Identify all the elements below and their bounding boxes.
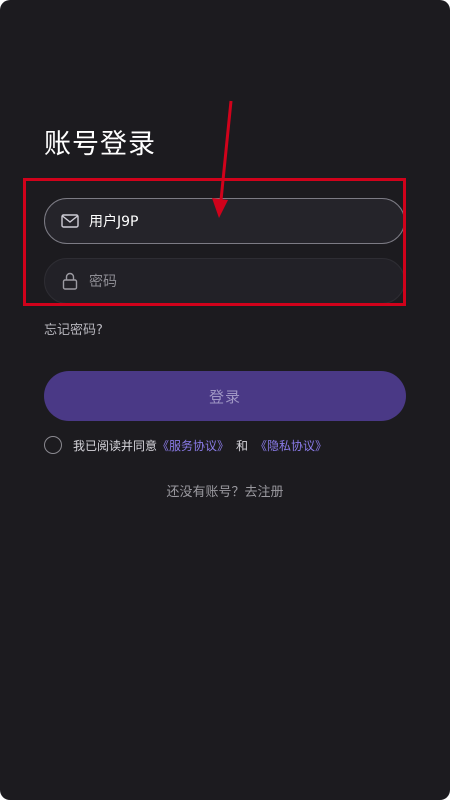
- login-screen: 账号登录 用户J9P 密码 忘记密码? 登录 我已阅读并同意 《服务协议》 和 …: [0, 0, 450, 800]
- annotation-highlight-box: [23, 178, 406, 306]
- agreement-checkbox[interactable]: [44, 436, 62, 454]
- agreement-row: 我已阅读并同意 《服务协议》 和 《隐私协议》: [44, 436, 327, 454]
- register-link[interactable]: 还没有账号？去注册: [0, 481, 450, 500]
- privacy-agreement-link[interactable]: 《隐私协议》: [255, 437, 327, 454]
- login-button[interactable]: 登录: [44, 371, 406, 421]
- page-title: 账号登录: [44, 129, 156, 160]
- agreement-conjunction: 和: [236, 438, 249, 453]
- forgot-password-link[interactable]: 忘记密码?: [44, 319, 103, 338]
- agreement-text: 我已阅读并同意: [73, 438, 158, 453]
- service-agreement-link[interactable]: 《服务协议》: [157, 437, 229, 454]
